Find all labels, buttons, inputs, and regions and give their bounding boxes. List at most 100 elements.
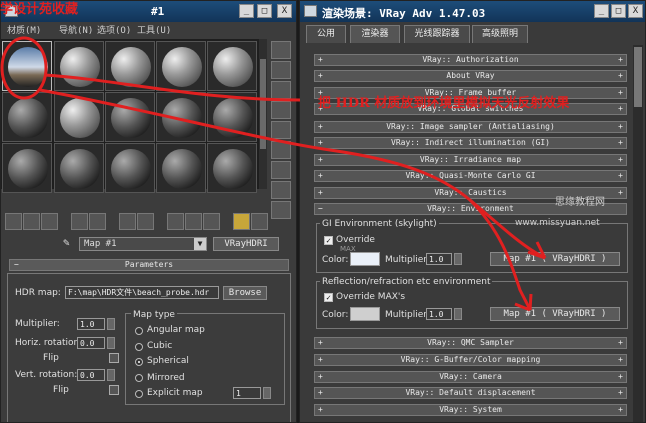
sample-slot-15[interactable] <box>207 143 257 193</box>
refl-map-button[interactable]: Map #1 ( VRayHDRI ) <box>490 307 620 321</box>
radio-explicit-map[interactable] <box>135 390 143 398</box>
tab-advanced-lighting[interactable]: 高级照明 <box>472 25 528 43</box>
radio-angular-map[interactable] <box>135 327 143 335</box>
menu-navigation[interactable]: 导航(N) <box>59 23 93 36</box>
gi-multiplier-spinner[interactable] <box>454 253 462 265</box>
rollout-camera[interactable]: + VRay:: Camera + <box>314 371 627 383</box>
flip-vert-checkbox[interactable] <box>109 385 119 395</box>
material-effects-channel-icon[interactable] <box>137 213 154 230</box>
rollout-default-displacement[interactable]: + VRay:: Default displacement + <box>314 387 627 399</box>
scrollbar-thumb[interactable] <box>260 59 266 149</box>
sample-slot-7[interactable] <box>54 92 104 142</box>
radio-spherical[interactable] <box>135 358 143 366</box>
go-to-parent-icon[interactable] <box>203 213 220 230</box>
background-checker-icon[interactable] <box>271 81 291 99</box>
sample-slot-3[interactable] <box>105 41 155 91</box>
sample-type-icon[interactable] <box>271 41 291 59</box>
uv-tiling-icon[interactable] <box>271 101 291 119</box>
sample-slot-12[interactable] <box>54 143 104 193</box>
multiplier-spinner[interactable] <box>107 318 115 330</box>
rollout-global-switches[interactable]: + VRay:: Global switches + <box>314 103 627 115</box>
sample-slot-9[interactable] <box>156 92 206 142</box>
sample-slot-10[interactable] <box>207 92 257 142</box>
minimize-button[interactable]: _ <box>239 4 254 18</box>
flip-horiz-checkbox[interactable] <box>109 353 119 363</box>
maximize-button[interactable]: □ <box>611 4 626 18</box>
sample-slot-2[interactable] <box>54 41 104 91</box>
rollout-indirect-illumination[interactable]: + VRay:: Indirect illumination (GI) + <box>314 137 627 149</box>
render-scene-scrollbar[interactable] <box>633 45 643 422</box>
horiz-rotation-input[interactable]: 0.0 <box>77 337 105 349</box>
slots-scrollbar[interactable] <box>259 39 267 189</box>
sample-slot-14[interactable] <box>156 143 206 193</box>
menu-material[interactable]: 材质(M) <box>7 23 41 36</box>
rollout-gbuffer-color-mapping[interactable]: + VRay:: G-Buffer/Color mapping + <box>314 354 627 366</box>
reset-map-icon[interactable] <box>71 213 88 230</box>
sample-slot-4[interactable] <box>156 41 206 91</box>
gi-map-button[interactable]: Map #1 ( VRayHDRI ) <box>490 252 620 266</box>
rollout-about-vray[interactable]: + About VRay + <box>314 70 627 82</box>
show-end-result-icon[interactable] <box>185 213 202 230</box>
rollout-system[interactable]: + VRay:: System + <box>314 404 627 416</box>
eyedropper-icon[interactable]: ✎ <box>63 236 70 249</box>
sample-slot-11[interactable] <box>2 143 52 193</box>
rollout-irradiance-map[interactable]: + VRay:: Irradiance map + <box>314 154 627 166</box>
gi-multiplier-input[interactable]: 1.0 <box>426 253 452 265</box>
vert-rotation-input[interactable]: 0.0 <box>77 369 105 381</box>
scrollbar-thumb[interactable] <box>634 47 642 107</box>
rollout-qmc-sampler[interactable]: + VRay:: QMC Sampler + <box>314 337 627 349</box>
video-color-check-icon[interactable] <box>271 121 291 139</box>
radio-cubic[interactable] <box>135 343 143 351</box>
rollout-caustics[interactable]: + VRay:: Caustics + <box>314 187 627 199</box>
gi-color-swatch[interactable] <box>350 252 380 266</box>
minimize-button[interactable]: _ <box>594 4 609 18</box>
make-preview-icon[interactable] <box>271 141 291 159</box>
backlight-icon[interactable] <box>271 61 291 79</box>
tab-renderer[interactable]: 渲染器 <box>350 25 400 43</box>
make-unique-icon[interactable] <box>89 213 106 230</box>
close-button[interactable]: X <box>628 4 643 18</box>
browse-button[interactable]: Browse <box>223 286 267 300</box>
horiz-rotation-spinner[interactable] <box>107 337 115 349</box>
options-icon[interactable] <box>271 161 291 179</box>
put-to-scene-icon[interactable] <box>23 213 40 230</box>
chevron-down-icon[interactable]: ▼ <box>194 238 206 250</box>
go-forward-to-sibling-icon[interactable] <box>233 213 250 230</box>
map-type-button[interactable]: VRayHDRI <box>213 237 279 251</box>
sample-slot-8[interactable] <box>105 92 155 142</box>
maximize-button[interactable]: □ <box>257 4 272 18</box>
map-name-field[interactable]: Map #1 ▼ <box>79 237 207 251</box>
explicit-map-spinner[interactable] <box>263 387 271 399</box>
rollout-authorization[interactable]: + VRay:: Authorization + <box>314 54 627 66</box>
refl-color-swatch[interactable] <box>350 307 380 321</box>
put-to-library-icon[interactable] <box>119 213 136 230</box>
close-button[interactable]: X <box>277 4 292 18</box>
parameters-rollout-header[interactable]: − Parameters <box>9 259 289 271</box>
tab-common[interactable]: 公用 <box>306 25 346 43</box>
gi-override-checkbox[interactable]: ✓ <box>324 236 333 245</box>
menu-options[interactable]: 选项(O) <box>97 23 131 36</box>
show-map-in-viewport-icon[interactable] <box>167 213 184 230</box>
pick-material-icon[interactable] <box>251 213 268 230</box>
assign-to-selection-icon[interactable] <box>41 213 58 230</box>
menu-utilities[interactable]: 工具(U) <box>137 23 171 36</box>
sample-slot-6[interactable] <box>2 92 52 142</box>
sample-slot-1[interactable] <box>2 41 52 91</box>
refl-multiplier-spinner[interactable] <box>454 308 462 320</box>
sample-slot-5[interactable] <box>207 41 257 91</box>
radio-mirrored[interactable] <box>135 374 143 382</box>
vert-rotation-spinner[interactable] <box>107 369 115 381</box>
tab-raytracer[interactable]: 光线跟踪器 <box>404 25 470 43</box>
explicit-map-channel-input[interactable]: 1 <box>233 387 261 399</box>
refl-multiplier-input[interactable]: 1.0 <box>426 308 452 320</box>
sample-slot-13[interactable] <box>105 143 155 193</box>
rollout-image-sampler[interactable]: + VRay:: Image sampler (Antialiasing) + <box>314 121 627 133</box>
get-material-icon[interactable] <box>5 213 22 230</box>
select-by-material-icon[interactable] <box>271 181 291 199</box>
refl-override-checkbox[interactable]: ✓ <box>324 293 333 302</box>
hdr-map-path-field[interactable]: F:\map\HDR文件\beach_probe.hdr <box>65 286 219 299</box>
rollout-quasi-monte-carlo-gi[interactable]: + VRay:: Quasi-Monte Carlo GI + <box>314 170 627 182</box>
rollout-frame-buffer[interactable]: + VRay:: Frame buffer + <box>314 87 627 99</box>
rollout-environment[interactable]: − VRay:: Environment <box>314 203 627 215</box>
multiplier-input[interactable]: 1.0 <box>77 318 105 330</box>
